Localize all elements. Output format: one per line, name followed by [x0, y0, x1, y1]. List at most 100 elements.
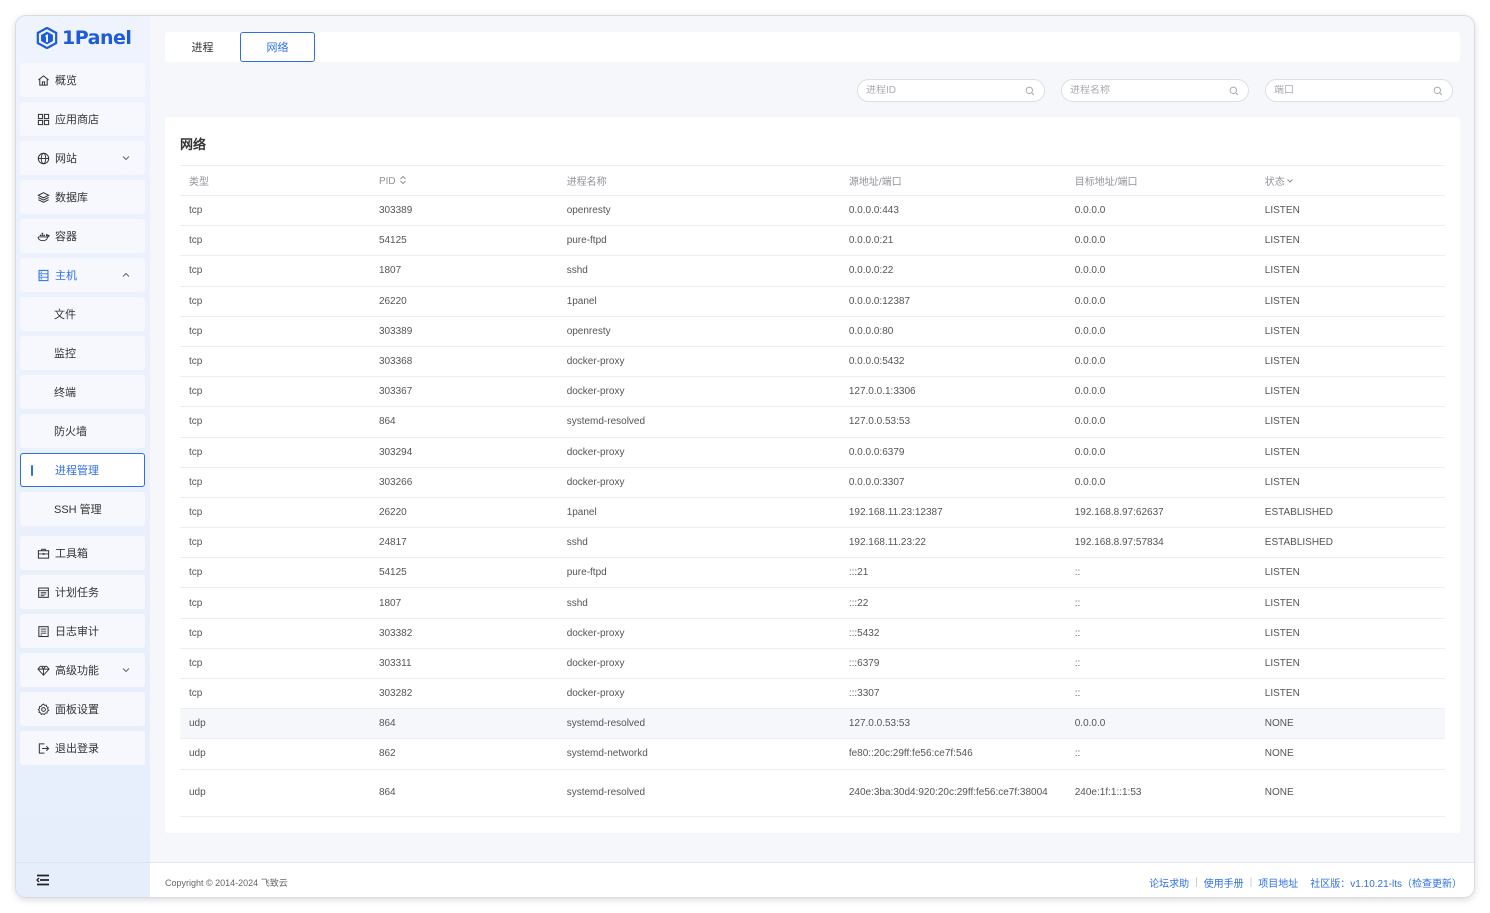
cell-type: tcp — [180, 376, 370, 408]
cell-source: 127.0.0.53:53 — [839, 406, 1066, 438]
tab-process[interactable]: 进程 — [165, 32, 240, 62]
manual-link[interactable]: 使用手册 — [1204, 875, 1244, 890]
cell-destination: :: — [1065, 557, 1256, 589]
sidebar-item-container[interactable]: 容器 — [20, 219, 145, 253]
cell-destination: 0.0.0.0 — [1065, 406, 1256, 438]
sidebar-item-label: 面板设置 — [55, 704, 99, 716]
sidebar-subitem-terminal[interactable]: 终端 — [20, 375, 145, 409]
cell-source: 0.0.0.0:21 — [839, 225, 1066, 257]
search-icon[interactable] — [1025, 86, 1035, 96]
cell-status: LISTEN — [1255, 376, 1445, 408]
cell-pid: 26220 — [369, 497, 558, 529]
sidebar-subitem-files[interactable]: 文件 — [20, 297, 145, 331]
cell-type: tcp — [180, 316, 370, 347]
table-row: tcp 303311 docker-proxy:::6379:: LISTEN — [180, 648, 1445, 680]
network-table: 类型 PID 进程名称 源地址/端口 目标地址/端口 状态 tcp 303389 o… — [180, 165, 1445, 817]
sidebar-item-website[interactable]: 网站 — [20, 141, 145, 175]
cell-process-name: systemd-resolved — [557, 708, 840, 740]
table-row: tcp 864 systemd-resolved 127.0.0.53:53 0.0.0… — [180, 406, 1445, 438]
sort-icon[interactable] — [399, 175, 407, 185]
table-row: tcp 26220 1panel 192.168.11.23:12387 192.168… — [180, 497, 1445, 529]
cell-pid: 1807 — [369, 587, 558, 619]
log-icon — [36, 624, 50, 638]
sidebar-item-cron[interactable]: 计划任务 — [20, 575, 145, 609]
cell-status: LISTEN — [1255, 286, 1445, 317]
cell-process-name: sshd — [557, 527, 840, 559]
sidebar-item-label: 数据库 — [55, 192, 88, 204]
diamond-icon — [36, 663, 50, 677]
sidebar-subitem-label: 监控 — [54, 348, 76, 360]
sidebar-subitem-monitor[interactable]: 监控 — [20, 336, 145, 370]
cell-pid: 303368 — [369, 346, 558, 378]
cell-pid: 303389 — [369, 316, 558, 347]
cell-destination: 240e:1f:1::1:53 — [1065, 769, 1256, 817]
header-process-name: 进程名称 — [557, 165, 840, 196]
collapse-menu-icon[interactable] — [36, 874, 50, 886]
cell-process-name: docker-proxy — [557, 346, 840, 378]
sidebar-item-app-store[interactable]: 应用商店 — [20, 102, 145, 136]
cell-pid: 864 — [369, 708, 558, 740]
sidebar-item-toolbox[interactable]: 工具箱 — [20, 536, 145, 570]
cell-source: 0.0.0.0:5432 — [839, 346, 1066, 378]
chevron-down-icon — [122, 156, 130, 161]
cell-destination: 0.0.0.0 — [1065, 225, 1256, 257]
sidebar-item-logout[interactable]: 退出登录 — [20, 731, 145, 765]
sidebar-item-label: 高级功能 — [55, 665, 99, 677]
sidebar-item-label: 退出登录 — [55, 743, 99, 755]
cell-source: 127.0.0.53:53 — [839, 708, 1066, 740]
table-row: tcp 303382 docker-proxy:::5432:: LISTEN — [180, 618, 1445, 649]
header-status[interactable]: 状态 — [1255, 165, 1445, 196]
search-icon[interactable] — [1229, 86, 1239, 96]
cell-destination: 0.0.0.0 — [1065, 255, 1256, 287]
sidebar-subitem-label: 文件 — [54, 309, 76, 321]
calendar-icon — [36, 585, 50, 599]
logo[interactable]: 1Panel — [36, 24, 132, 52]
sidebar-item-database[interactable]: 数据库 — [20, 180, 145, 214]
sidebar-subitem-process-management[interactable]: 进程管理 — [20, 453, 145, 487]
table-row: tcp 303389 openresty 0.0.0.0:443 0.0.0.0 LIST… — [180, 195, 1445, 227]
cell-source: 192.168.11.23:12387 — [839, 497, 1066, 529]
table-row: tcp 26220 1panel 0.0.0.0:12387 0.0.0.0 LISTEN — [180, 286, 1445, 317]
cell-source: 0.0.0.0:6379 — [839, 437, 1066, 468]
logout-icon — [36, 741, 50, 755]
tab-network[interactable]: 网络 — [240, 32, 315, 62]
cell-source: 0.0.0.0:80 — [839, 316, 1066, 347]
cell-source: 0.0.0.0:22 — [839, 255, 1066, 287]
table-row: tcp 54125 pure-ftpd 0.0.0.0:21 0.0.0.0 LISTEN — [180, 225, 1445, 257]
header-pid[interactable]: PID — [369, 165, 558, 196]
cell-status: LISTEN — [1255, 648, 1445, 680]
sidebar-item-overview[interactable]: 概览 — [20, 63, 145, 97]
cell-process-name: systemd-resolved — [557, 406, 840, 438]
sidebar-item-label: 日志审计 — [55, 626, 99, 638]
project-link[interactable]: 项目地址 — [1258, 875, 1298, 890]
sidebar-subitem-label: 终端 — [54, 387, 76, 399]
cell-status: LISTEN — [1255, 195, 1445, 227]
sidebar-item-log-audit[interactable]: 日志审计 — [20, 614, 145, 648]
sidebar-subitem-firewall[interactable]: 防火墙 — [20, 414, 145, 448]
cell-type: tcp — [180, 618, 370, 649]
cell-pid: 862 — [369, 738, 558, 770]
port-search-input[interactable] — [1274, 85, 1424, 96]
sidebar-item-advanced[interactable]: 高级功能 — [20, 653, 145, 687]
sidebar-item-label: 主机 — [55, 270, 77, 282]
sidebar-item-host[interactable]: 主机 — [20, 258, 145, 292]
cell-type: tcp — [180, 648, 370, 680]
forum-link[interactable]: 论坛求助 — [1149, 875, 1189, 890]
sidebar-item-settings[interactable]: 面板设置 — [20, 692, 145, 726]
sidebar-item-label: 网站 — [55, 153, 77, 165]
chevron-down-icon[interactable] — [1286, 177, 1294, 185]
chevron-down-icon — [122, 668, 130, 673]
logo-icon — [36, 27, 58, 49]
cell-destination: 0.0.0.0 — [1065, 286, 1256, 317]
logo-text: 1Panel — [62, 27, 132, 49]
search-icon[interactable] — [1433, 86, 1443, 96]
process-name-search-input[interactable] — [1070, 85, 1220, 96]
tab-label: 进程 — [191, 42, 214, 54]
cell-status: LISTEN — [1255, 346, 1445, 378]
cell-type: tcp — [180, 195, 370, 227]
version-check-link[interactable]: 社区版：v1.10.21-lts（检查更新） — [1310, 875, 1462, 890]
pid-search-input[interactable] — [866, 85, 1016, 96]
grid-icon — [36, 112, 50, 126]
sidebar-item-label: 应用商店 — [55, 114, 99, 126]
sidebar-subitem-ssh[interactable]: SSH 管理 — [20, 492, 145, 526]
